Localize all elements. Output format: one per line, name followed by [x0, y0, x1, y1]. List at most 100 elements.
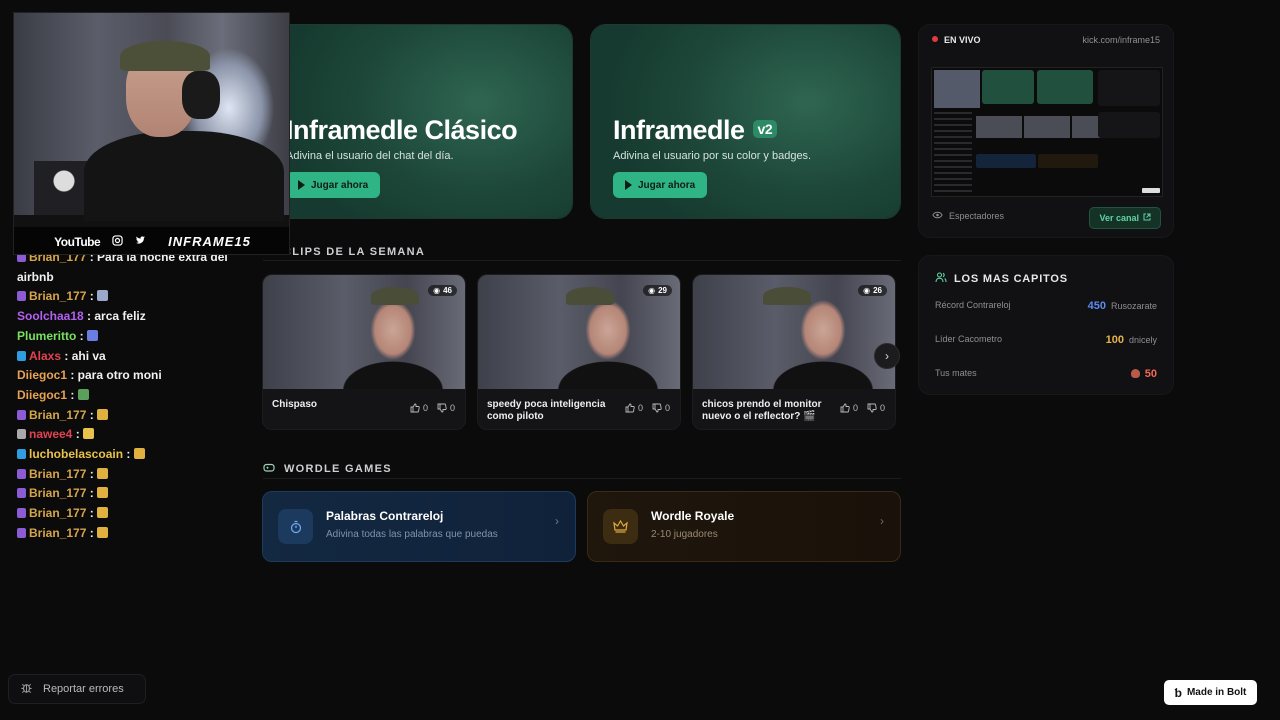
chat-message: Alaxs : ahi va	[17, 347, 239, 367]
webcam-socials-bar: YouTube INFRAME15	[14, 227, 289, 254]
wordle-heading-label: WORDLE GAMES	[284, 463, 392, 475]
twitter-icon	[135, 235, 146, 249]
stopwatch-icon	[278, 509, 313, 544]
instagram-icon	[112, 234, 123, 249]
hero-title-text: Inframedle	[613, 115, 745, 145]
chevron-right-icon: ›	[555, 514, 559, 528]
hero-card-v2[interactable]: Inframedle v2 Adivina el usuario por su c…	[590, 24, 901, 219]
like-count: 0	[422, 403, 428, 413]
play-now-label: Jugar ahora	[311, 179, 369, 191]
chat-emote-icon	[133, 448, 145, 460]
made-in-bolt-badge[interactable]: ƅ Made in Bolt	[1164, 680, 1257, 705]
clip-votes: 0 0	[410, 403, 455, 413]
chat-text: :	[123, 447, 134, 462]
webcam-overlay: YouTube INFRAME15	[13, 12, 290, 255]
like-button[interactable]: 0	[840, 403, 858, 413]
game-subtitle: 2-10 jugadores	[651, 529, 718, 540]
ver-canal-button[interactable]: Ver canal	[1089, 207, 1161, 229]
view-count: 46	[443, 286, 452, 295]
chat-emote-icon	[83, 428, 95, 440]
chat-text: : arca feliz	[83, 309, 146, 324]
bug-icon	[20, 681, 33, 697]
clip-card[interactable]: ◉ 26 chicos prendo el monitor nuevo o el …	[692, 274, 896, 430]
dislike-button[interactable]: 0	[867, 403, 885, 413]
stat-label: Tus mates	[935, 368, 977, 378]
chat-message: Brian_177 :	[17, 465, 239, 485]
wordle-section-heading: WORDLE GAMES	[263, 462, 392, 476]
views-chip: ◉ 46	[428, 285, 457, 296]
eye-icon: ◉	[648, 286, 656, 295]
bolt-logo-icon: ƅ	[1174, 685, 1182, 700]
clip-title: chicos prendo el monitor nuevo o el refl…	[702, 399, 822, 422]
stat-value-group: 50	[1130, 368, 1157, 380]
chat-text: :	[86, 506, 98, 521]
chat-badge-icon	[17, 449, 26, 460]
play-now-label: Jugar ahora	[638, 179, 696, 191]
dislike-count: 0	[449, 403, 455, 413]
chat-username[interactable]: Alaxs	[29, 349, 61, 363]
game-subtitle: Adivina todas las palabras que puedas	[326, 529, 498, 540]
clip-card[interactable]: ◉ 29 speedy poca inteligencia como piloto…	[477, 274, 681, 430]
game-card-royale[interactable]: Wordle Royale 2-10 jugadores ›	[587, 491, 901, 562]
chat-emote-icon	[97, 487, 109, 499]
play-icon	[625, 180, 632, 190]
chat-message: Brian_177 :	[17, 504, 239, 524]
chat-username[interactable]: Diiegoc1	[17, 388, 67, 402]
game-card-contrareloj[interactable]: Palabras Contrareloj Adivina todas las p…	[262, 491, 576, 562]
live-dot-icon	[932, 36, 938, 42]
play-icon	[298, 180, 305, 190]
game-title: Palabras Contrareloj	[326, 509, 444, 523]
play-now-button[interactable]: Jugar ahora	[286, 172, 381, 198]
chat-username[interactable]: Brian_177	[29, 408, 86, 422]
chat-emote-icon	[97, 507, 109, 519]
dislike-button[interactable]: 0	[652, 403, 670, 413]
chat-emote-icon	[77, 388, 89, 400]
chat-username[interactable]: Brian_177	[29, 289, 86, 303]
play-now-button[interactable]: Jugar ahora	[613, 172, 708, 198]
chat-message: Diiegoc1 :	[17, 386, 239, 406]
hero-card-clasico[interactable]: Inframedle Clásico Adivina el usuario de…	[263, 24, 573, 219]
chat-badge-icon	[17, 429, 26, 440]
chat-text: :	[86, 486, 98, 501]
channel-url[interactable]: kick.com/inframe15	[1082, 35, 1160, 45]
version-badge: v2	[752, 120, 778, 138]
clip-title: speedy poca inteligencia como piloto	[487, 399, 606, 422]
clips-heading-label: CLIPS DE LA SEMANA	[283, 246, 426, 258]
clip-votes: 0 0	[840, 403, 885, 413]
chat-username[interactable]: luchobelascoain	[29, 447, 123, 461]
views-chip: ◉ 29	[643, 285, 672, 296]
clip-card[interactable]: ◉ 46 Chispaso 0 0	[262, 274, 466, 430]
chat-badge-icon	[17, 488, 26, 499]
thumbs-up-icon	[410, 403, 420, 413]
chat-message: Diiegoc1 : para otro moni	[17, 366, 239, 386]
chat-text: : para otro moni	[67, 368, 162, 383]
report-errors-button[interactable]: Reportar errores	[8, 674, 146, 704]
chat-text: :	[67, 387, 78, 402]
thumbs-down-icon	[652, 403, 662, 413]
chat-username[interactable]: Diiegoc1	[17, 368, 67, 382]
chat-username[interactable]: Soolchaa18	[17, 309, 84, 323]
view-count: 26	[873, 286, 882, 295]
divider	[263, 478, 901, 479]
chat-username[interactable]: nawee4	[29, 427, 72, 441]
chat-username[interactable]: Brian_177	[29, 506, 86, 520]
chat-username[interactable]: Plumeritto	[17, 329, 76, 343]
chat-emote-icon	[97, 526, 109, 538]
stream-preview[interactable]	[931, 67, 1163, 197]
thumbs-down-icon	[437, 403, 447, 413]
hero-title: Inframedle v2	[613, 115, 778, 146]
dislike-button[interactable]: 0	[437, 403, 455, 413]
chat-username[interactable]: Brian_177	[29, 486, 86, 500]
channel-name: INFRAME15	[168, 234, 251, 249]
chat-message: luchobelascoain :	[17, 445, 239, 465]
chat-messages: Brian_177 : Para la noche extra del airb…	[17, 248, 239, 544]
thumbs-up-icon	[840, 403, 850, 413]
clips-next-button[interactable]: ›	[874, 343, 900, 369]
chat-username[interactable]: Brian_177	[29, 467, 86, 481]
chat-username[interactable]: Brian_177	[29, 526, 86, 540]
like-count: 0	[852, 403, 858, 413]
chat-badge-icon	[17, 350, 26, 361]
clip-title: Chispaso	[272, 399, 318, 410]
like-button[interactable]: 0	[625, 403, 643, 413]
like-button[interactable]: 0	[410, 403, 428, 413]
